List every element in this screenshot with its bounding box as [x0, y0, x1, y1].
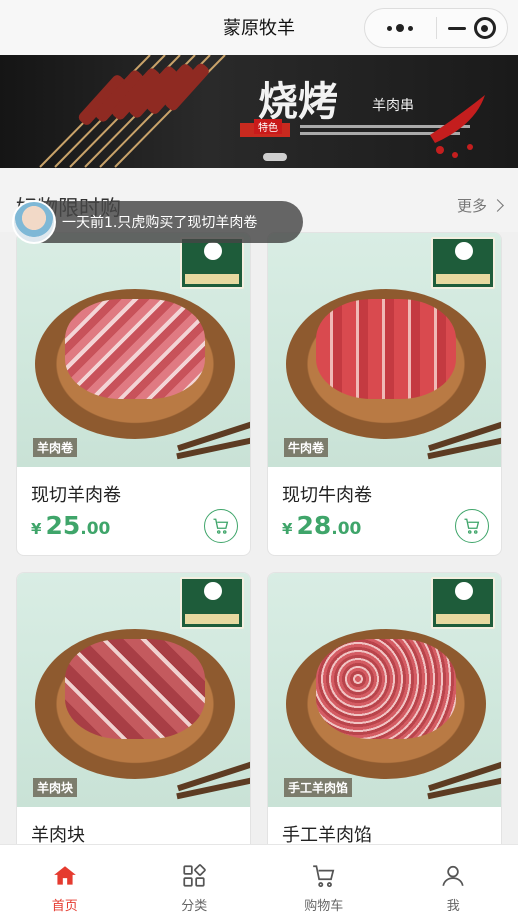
cart-icon — [312, 865, 335, 888]
banner-artwork: 烧烤 羊肉串 — [39, 55, 485, 168]
brand-logo — [180, 237, 244, 289]
more-dots-icon — [387, 24, 414, 32]
chevron-right-icon — [491, 199, 504, 212]
tab-me[interactable]: 我 — [389, 845, 518, 920]
cart-icon — [464, 518, 480, 534]
tab-label: 首页 — [51, 899, 78, 914]
product-name: 现切羊肉卷 — [31, 485, 121, 506]
top-bar: 蒙原牧羊 — [0, 0, 518, 55]
product-card[interactable]: 羊肉卷 现切羊肉卷 ¥ 25 .00 — [16, 232, 251, 556]
home-icon — [53, 866, 76, 885]
minimize-close-button[interactable] — [437, 8, 508, 48]
image-label: 牛肉卷 — [284, 438, 329, 457]
tab-label: 购物车 — [304, 899, 344, 914]
svg-text:烧烤: 烧烤 — [258, 78, 338, 125]
add-to-cart-button[interactable] — [455, 509, 489, 543]
more-link[interactable]: 更多 — [456, 195, 504, 216]
product-name: 现切牛肉卷 — [282, 485, 372, 506]
avatar — [12, 200, 56, 244]
user-icon — [442, 865, 464, 886]
more-button[interactable] — [365, 8, 436, 48]
product-image: 羊肉卷 — [17, 233, 250, 467]
tab-label: 分类 — [181, 899, 208, 914]
banner-tag: 特色 — [254, 119, 282, 134]
category-icon — [183, 864, 206, 887]
more-label: 更多 — [456, 197, 487, 215]
tab-label: 我 — [446, 899, 460, 914]
product-image: 羊肉块 — [17, 573, 250, 807]
brand-logo — [431, 237, 495, 289]
brand-logo — [431, 577, 495, 629]
image-label: 羊肉卷 — [33, 438, 78, 457]
carousel-indicator — [263, 153, 287, 161]
bottom-tab-bar: 首页 分类 购物车 我 — [0, 844, 518, 920]
svg-text:羊肉串: 羊肉串 — [372, 98, 414, 114]
notice-text: 一天前1.只虎购买了现切羊肉卷 — [62, 215, 258, 231]
purchase-notice: 一天前1.只虎购买了现切羊肉卷 — [12, 200, 303, 244]
tab-cart[interactable]: 购物车 — [259, 845, 389, 920]
tab-home[interactable]: 首页 — [0, 845, 130, 920]
product-image: 牛肉卷 — [268, 233, 501, 467]
product-price: ¥ 28 .00 — [282, 511, 362, 540]
cart-icon — [213, 518, 229, 534]
product-image: 手工羊肉馅 — [268, 573, 501, 807]
brand-logo — [180, 577, 244, 629]
promo-banner[interactable]: 烧烤 羊肉串 特色 — [0, 55, 518, 168]
image-label: 手工羊肉馅 — [284, 778, 353, 797]
image-label: 羊肉块 — [33, 778, 78, 797]
product-card[interactable]: 牛肉卷 现切牛肉卷 ¥ 28 .00 — [267, 232, 502, 556]
mini-program-capsule — [364, 8, 508, 48]
tab-category[interactable]: 分类 — [130, 845, 260, 920]
target-icon — [473, 17, 496, 39]
minimize-icon — [447, 26, 466, 30]
add-to-cart-button[interactable] — [204, 509, 238, 543]
product-price: ¥ 25 .00 — [31, 511, 111, 540]
